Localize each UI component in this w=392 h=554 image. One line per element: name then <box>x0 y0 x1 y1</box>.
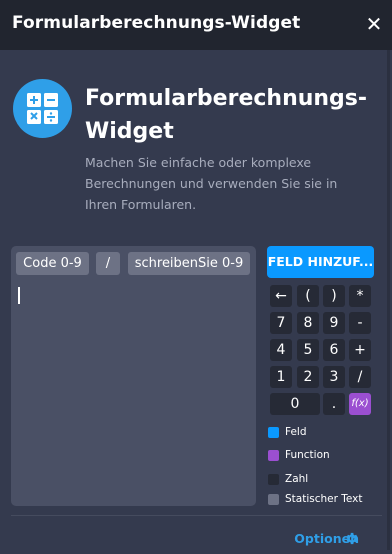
widget-title: Formularberechnungs-Widget <box>85 86 368 144</box>
close-button[interactable]: ✕ <box>365 13 383 35</box>
legend-swatch <box>268 450 279 461</box>
key-decimal[interactable]: . <box>323 393 345 415</box>
key-0[interactable]: 0 <box>270 393 320 415</box>
footer-divider <box>11 515 382 516</box>
legend-label: Statischer Text <box>285 493 363 505</box>
key-plus[interactable]: + <box>349 339 371 361</box>
operator-chip[interactable]: / <box>96 252 120 275</box>
key-5[interactable]: 5 <box>297 339 319 361</box>
key-1[interactable]: 1 <box>270 366 292 388</box>
legend-swatch <box>268 427 279 438</box>
key-function[interactable]: f(x) <box>349 393 371 415</box>
calculator-glyph-icon <box>27 93 58 124</box>
legend-label: Function <box>285 449 330 461</box>
key-9[interactable]: 9 <box>323 312 345 334</box>
key-close-paren[interactable]: ) <box>323 285 345 307</box>
field-chip[interactable]: Code 0-9 <box>16 252 89 275</box>
key-backspace[interactable]: ← <box>270 285 292 307</box>
key-3[interactable]: 3 <box>323 366 345 388</box>
key-open-paren[interactable]: ( <box>297 285 319 307</box>
header-title: Formularberechnungs-Widget <box>12 13 301 33</box>
formula-editor[interactable]: Code 0-9 / schreibenSie 0-9 <box>11 246 256 506</box>
scrollbar[interactable] <box>387 50 390 550</box>
text-cursor <box>18 287 20 304</box>
key-6[interactable]: 6 <box>323 339 345 361</box>
key-minus[interactable]: - <box>349 312 371 334</box>
legend-label: Feld <box>285 426 307 438</box>
header: Formularberechnungs-Widget ✕ <box>0 0 392 50</box>
add-field-button[interactable]: FELD HINZUF... <box>267 246 374 278</box>
key-divide[interactable]: / <box>349 366 371 388</box>
calculator-icon <box>13 79 72 138</box>
key-8[interactable]: 8 <box>297 312 319 334</box>
gear-icon[interactable] <box>344 531 359 546</box>
key-multiply[interactable]: * <box>349 285 371 307</box>
key-2[interactable]: 2 <box>297 366 319 388</box>
legend-label: Zahl <box>285 473 309 485</box>
widget-description: Machen Sie einfache oder komplexe Berech… <box>85 155 338 212</box>
field-chip[interactable]: schreibenSie 0-9 <box>128 252 250 275</box>
key-7[interactable]: 7 <box>270 312 292 334</box>
key-4[interactable]: 4 <box>270 339 292 361</box>
legend-swatch <box>268 494 279 505</box>
legend-swatch <box>268 474 279 485</box>
